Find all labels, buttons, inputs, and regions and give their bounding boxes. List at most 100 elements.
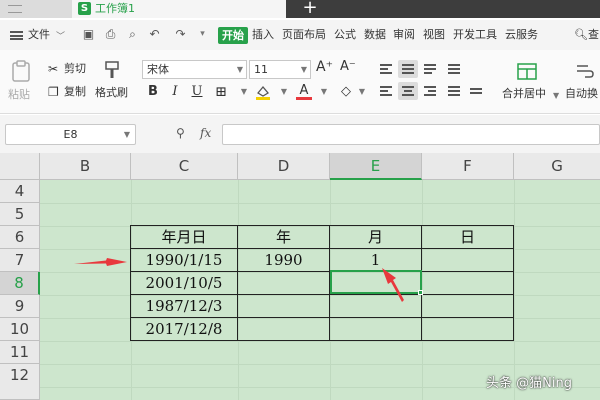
decrease-font-icon[interactable]: A⁻ — [340, 60, 356, 74]
column-header-c[interactable]: C — [131, 153, 238, 180]
column-header-e[interactable]: E — [330, 153, 422, 180]
cell-f9[interactable] — [421, 294, 514, 318]
font-size-select[interactable]: 11 ▼ — [249, 60, 311, 79]
align-top-icon[interactable] — [376, 60, 396, 78]
chevron-down-icon[interactable]: ▼ — [553, 89, 559, 103]
tab-view[interactable]: 视图 — [423, 27, 445, 43]
row-header-4[interactable]: 4 — [0, 180, 40, 203]
italic-icon[interactable]: I — [167, 84, 183, 100]
tab-insert[interactable]: 插入 — [252, 27, 274, 43]
paste-label[interactable]: 粘贴 — [8, 88, 30, 102]
name-box[interactable]: E8 ▼ — [5, 124, 136, 145]
watermark: 头条 @猫Ning — [486, 376, 572, 391]
tab-review[interactable]: 审阅 — [393, 27, 415, 43]
paste-icon[interactable] — [10, 60, 32, 82]
font-color-icon[interactable]: A — [296, 84, 312, 100]
underline-icon[interactable]: U — [189, 84, 205, 100]
cell-d7[interactable]: 1990 — [237, 248, 330, 272]
bold-icon[interactable]: B — [145, 84, 161, 100]
fill-color-icon[interactable] — [255, 84, 271, 100]
clear-format-icon[interactable]: ◇ — [338, 84, 354, 100]
formula-input[interactable] — [222, 124, 600, 145]
align-middle-icon[interactable] — [398, 60, 418, 78]
chevron-down-icon[interactable]: ▼ — [316, 84, 332, 100]
cell-c8[interactable]: 2001/10/5 — [130, 271, 238, 295]
row-header-9[interactable]: 9 — [0, 295, 40, 318]
cell-c9[interactable]: 1987/12/3 — [130, 294, 238, 318]
align-right-icon[interactable] — [420, 82, 440, 100]
format-painter-icon[interactable] — [102, 60, 122, 80]
chevron-down-icon[interactable]: ▼ — [354, 84, 370, 100]
cell-f8[interactable] — [421, 271, 514, 295]
cell-c7[interactable]: 1990/1/15 — [130, 248, 238, 272]
orientation-icon[interactable] — [444, 60, 464, 78]
fx-icon[interactable]: fx — [200, 126, 211, 140]
cell-e7[interactable]: 1 — [329, 248, 422, 272]
font-name-select[interactable]: 宋体 ▼ — [142, 60, 247, 79]
fill-handle[interactable] — [418, 290, 423, 295]
cell-d10[interactable] — [237, 317, 330, 341]
spreadsheet-grid[interactable]: B C D E F G 4 5 6 7 8 9 10 11 12 年月日 年 月… — [0, 153, 600, 400]
row-header-6[interactable]: 6 — [0, 226, 40, 249]
distribute-icon[interactable] — [466, 82, 486, 100]
print-icon[interactable]: ⎙ — [104, 28, 117, 41]
tab-page-layout[interactable]: 页面布局 — [282, 27, 326, 43]
column-header-f[interactable]: F — [422, 153, 514, 180]
column-header-g[interactable]: G — [514, 153, 600, 180]
wrap-text-icon[interactable] — [574, 62, 596, 82]
merge-center-icon[interactable] — [516, 62, 538, 82]
border-icon[interactable]: ⊞ — [213, 84, 229, 100]
menu-icon[interactable] — [10, 31, 23, 40]
tab-formulas[interactable]: 公式 — [334, 27, 356, 43]
tab-data[interactable]: 数据 — [364, 27, 386, 43]
align-left-icon[interactable] — [376, 82, 396, 100]
file-menu[interactable]: 文件 — [28, 27, 50, 43]
more-icon[interactable]: ▾ — [196, 28, 209, 41]
table-header-month[interactable]: 月 — [329, 225, 422, 249]
chevron-down-icon[interactable]: ▼ — [236, 84, 252, 100]
align-center-icon[interactable] — [398, 82, 418, 100]
chevron-down-icon[interactable]: ﹀ — [56, 29, 65, 45]
cell-c10[interactable]: 2017/12/8 — [130, 317, 238, 341]
table-header-year[interactable]: 年 — [237, 225, 330, 249]
search-icon[interactable]: 🔍︎ — [574, 27, 588, 43]
cell-e9[interactable] — [329, 294, 422, 318]
format-painter-label[interactable]: 格式刷 — [95, 86, 128, 100]
cell-d9[interactable] — [237, 294, 330, 318]
undo-icon[interactable]: ↶ — [148, 28, 161, 41]
justify-icon[interactable] — [444, 82, 464, 100]
new-tab-button[interactable]: + — [300, 0, 320, 18]
preview-icon[interactable]: ⌕ — [126, 28, 139, 41]
merge-center-label[interactable]: 合并居中 — [502, 87, 546, 101]
cell-e10[interactable] — [329, 317, 422, 341]
cell-f7[interactable] — [421, 248, 514, 272]
align-bottom-icon[interactable] — [420, 60, 440, 78]
wrap-text-label[interactable]: 自动换 — [565, 87, 598, 101]
column-header-b[interactable]: B — [40, 153, 131, 180]
zoom-icon[interactable]: ⚲ — [176, 127, 189, 140]
cell-d8[interactable] — [237, 271, 330, 295]
row-header-12[interactable]: 12 — [0, 364, 40, 400]
row-header-8[interactable]: 8 — [0, 272, 40, 295]
document-tab[interactable]: S 工作簿1 — [72, 0, 286, 18]
row-header-5[interactable]: 5 — [0, 203, 40, 226]
table-header-date[interactable]: 年月日 — [130, 225, 238, 249]
search-label[interactable]: 查 — [588, 27, 599, 43]
row-header-7[interactable]: 7 — [0, 249, 40, 272]
save-icon[interactable]: ▣ — [82, 28, 95, 41]
copy-button[interactable]: 复制 — [64, 85, 86, 99]
increase-font-icon[interactable]: A⁺ — [316, 60, 333, 74]
redo-icon[interactable]: ↷ — [174, 28, 187, 41]
row-header-11[interactable]: 11 — [0, 341, 40, 364]
select-all-corner[interactable] — [0, 153, 40, 180]
tab-cloud[interactable]: 云服务 — [505, 27, 538, 43]
tab-start[interactable]: 开始 — [218, 27, 248, 44]
row-header-10[interactable]: 10 — [0, 318, 40, 341]
home-tab[interactable] — [0, 0, 72, 18]
cell-f10[interactable] — [421, 317, 514, 341]
table-header-day[interactable]: 日 — [421, 225, 514, 249]
column-header-d[interactable]: D — [238, 153, 330, 180]
cut-button[interactable]: 剪切 — [64, 62, 86, 76]
tab-developer[interactable]: 开发工具 — [453, 27, 497, 43]
chevron-down-icon[interactable]: ▼ — [276, 84, 292, 100]
